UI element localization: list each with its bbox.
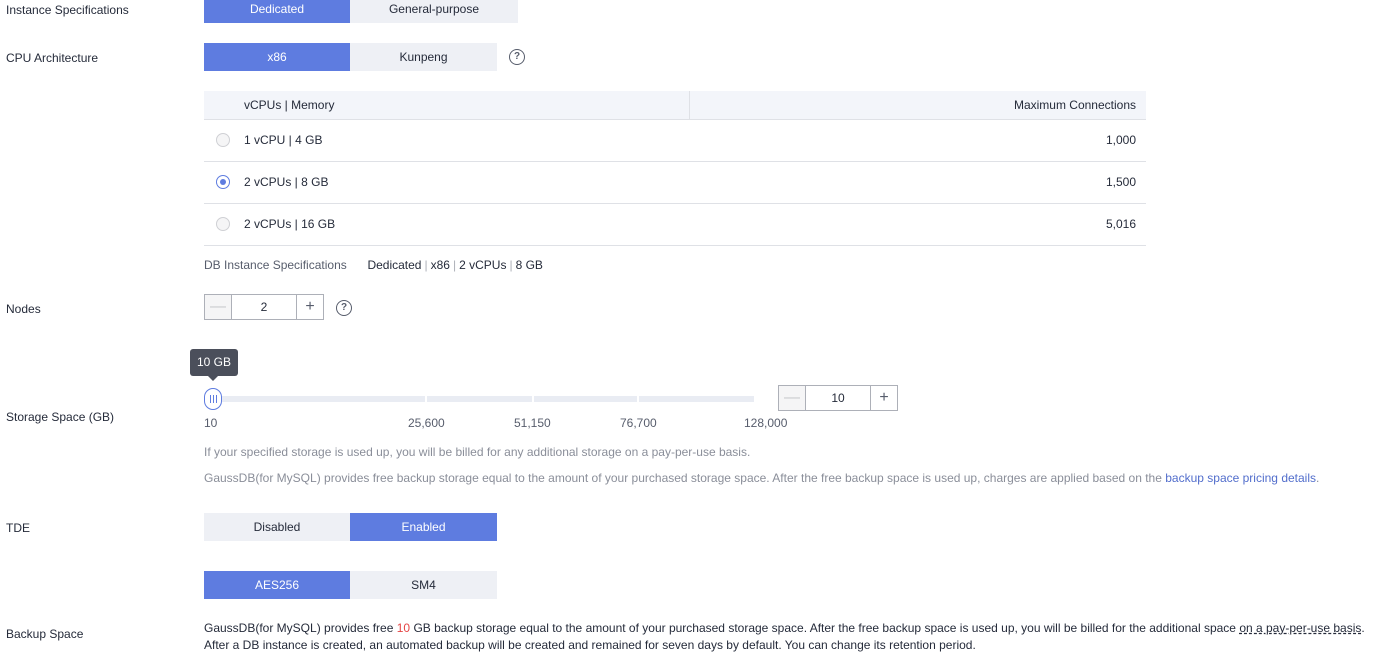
storage-slider-track-segment[interactable] bbox=[427, 396, 532, 402]
summary-type: Dedicated bbox=[367, 258, 422, 272]
spec-table-header: vCPUs | Memory Maximum Connections bbox=[204, 91, 1146, 120]
max-connections-cell: 1,000 bbox=[1105, 133, 1136, 147]
cpu-arch-x86[interactable]: x86 bbox=[204, 43, 350, 71]
storage-backup-note-text: GaussDB(for MySQL) provides free backup … bbox=[204, 471, 1162, 485]
storage-slider-tooltip: 10 GB bbox=[190, 349, 238, 381]
tde-toggle: Disabled Enabled bbox=[204, 513, 497, 541]
backup-retention-note: After a DB instance is created, an autom… bbox=[204, 638, 976, 652]
instance-specs-general-purpose[interactable]: General-purpose bbox=[350, 0, 518, 23]
spec-table: vCPUs | Memory Maximum Connections 1 vCP… bbox=[204, 91, 1146, 246]
storage-increment-button[interactable]: + bbox=[871, 386, 897, 410]
summary-memory: 8 GB bbox=[515, 258, 543, 272]
summary-arch: x86 bbox=[430, 258, 450, 272]
backup-pricing-link[interactable]: backup space pricing details bbox=[1165, 471, 1316, 485]
cpu-arch-kunpeng[interactable]: Kunpeng bbox=[350, 43, 497, 71]
db-instance-spec-summary: DB Instance Specifications Dedicated | x86… bbox=[204, 258, 543, 272]
max-connections-cell: 5,016 bbox=[1105, 217, 1136, 231]
table-row[interactable]: 2 vCPUs | 16 GB 5,016 bbox=[204, 204, 1146, 246]
nodes-label: Nodes bbox=[6, 302, 41, 316]
tde-algorithm-toggle: AES256 SM4 bbox=[204, 571, 497, 599]
storage-decrement-button[interactable]: — bbox=[779, 386, 805, 410]
spec-cell: 1 vCPU | 4 GB bbox=[244, 133, 323, 147]
table-row[interactable]: 1 vCPU | 4 GB 1,000 bbox=[204, 120, 1146, 162]
cpu-arch-toggle: x86 Kunpeng bbox=[204, 43, 497, 71]
pay-per-use-link[interactable]: on a pay-per-use basis bbox=[1239, 621, 1361, 635]
header-vcpus-memory: vCPUs | Memory bbox=[244, 98, 335, 112]
storage-label: Storage Space (GB) bbox=[6, 410, 115, 424]
cpu-arch-label: CPU Architecture bbox=[6, 51, 99, 65]
instance-specs-dedicated[interactable]: Dedicated bbox=[204, 0, 350, 23]
tde-label: TDE bbox=[6, 521, 30, 535]
storage-backup-note-end: . bbox=[1316, 471, 1320, 485]
tde-sm4[interactable]: SM4 bbox=[350, 571, 497, 599]
instance-specs-label: Instance Specifications bbox=[6, 3, 129, 17]
tde-disabled[interactable]: Disabled bbox=[204, 513, 350, 541]
storage-tick: 10 bbox=[204, 416, 218, 430]
storage-input[interactable]: 10 bbox=[805, 386, 871, 410]
max-connections-cell: 1,500 bbox=[1105, 175, 1136, 189]
storage-slider-track-segment[interactable] bbox=[639, 396, 754, 402]
spec-radio[interactable] bbox=[216, 133, 230, 147]
storage-tick: 76,700 bbox=[620, 416, 657, 430]
header-max-connections: Maximum Connections bbox=[1013, 98, 1136, 112]
storage-backup-note: GaussDB(for MySQL) provides free backup … bbox=[204, 471, 1319, 485]
backup-text: GaussDB(for MySQL) provides free bbox=[204, 621, 394, 635]
storage-slider-track-segment[interactable] bbox=[534, 396, 637, 402]
nodes-increment-button[interactable]: + bbox=[297, 295, 323, 319]
summary-label: DB Instance Specifications bbox=[204, 258, 347, 272]
tde-enabled[interactable]: Enabled bbox=[350, 513, 497, 541]
nodes-stepper: — 2 + bbox=[204, 294, 324, 320]
storage-slider-track-segment[interactable] bbox=[204, 396, 425, 402]
nodes-input[interactable]: 2 bbox=[231, 295, 297, 319]
nodes-help-icon[interactable]: ? bbox=[336, 300, 352, 316]
cpu-arch-help-icon[interactable]: ? bbox=[509, 49, 525, 65]
spec-radio[interactable] bbox=[216, 175, 230, 189]
tde-aes256[interactable]: AES256 bbox=[204, 571, 350, 599]
storage-tick: 25,600 bbox=[408, 416, 445, 430]
spec-cell: 2 vCPUs | 8 GB bbox=[244, 175, 329, 189]
storage-stepper: — 10 + bbox=[778, 385, 898, 411]
instance-specs-toggle: Dedicated General-purpose bbox=[204, 0, 518, 23]
backup-space-description: GaussDB(for MySQL) provides free 10 GB b… bbox=[204, 621, 1365, 635]
backup-text-end: . bbox=[1361, 621, 1365, 635]
summary-vcpus: 2 vCPUs bbox=[459, 258, 507, 272]
nodes-decrement-button[interactable]: — bbox=[205, 295, 231, 319]
storage-billing-note: If your specified storage is used up, yo… bbox=[204, 445, 751, 459]
backup-text: GB backup storage equal to the amount of… bbox=[413, 621, 1236, 635]
storage-tick: 51,150 bbox=[514, 416, 551, 430]
table-row[interactable]: 2 vCPUs | 8 GB 1,500 bbox=[204, 162, 1146, 204]
header-divider bbox=[689, 91, 690, 119]
backup-free-amount: 10 bbox=[396, 621, 411, 635]
spec-radio[interactable] bbox=[216, 217, 230, 231]
storage-slider-handle[interactable] bbox=[204, 388, 222, 410]
backup-space-label: Backup Space bbox=[6, 627, 84, 641]
storage-tick: 128,000 bbox=[744, 416, 788, 430]
spec-cell: 2 vCPUs | 16 GB bbox=[244, 217, 336, 231]
